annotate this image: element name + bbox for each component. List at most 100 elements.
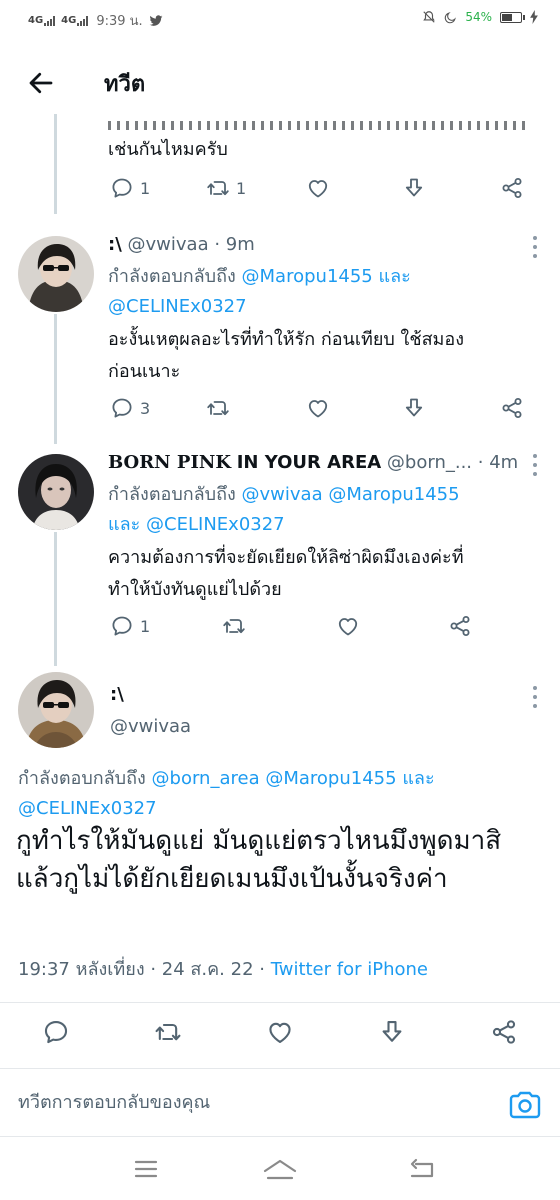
thread-line bbox=[54, 314, 57, 444]
share-icon bbox=[500, 396, 524, 420]
tweet-text: อะงั้นเหตุผลอะไรที่ทำให้รัก ก่อนเทียบ ใช… bbox=[108, 329, 465, 382]
divider bbox=[0, 1002, 560, 1003]
avatar[interactable] bbox=[18, 672, 94, 748]
reply-icon bbox=[110, 176, 134, 200]
display-name[interactable]: :\ bbox=[108, 234, 122, 255]
thread-line bbox=[54, 532, 57, 666]
display-name-part2[interactable]: IN YOUR AREA bbox=[237, 452, 381, 473]
more-icon[interactable] bbox=[528, 454, 542, 476]
retweet-icon bbox=[206, 396, 230, 420]
reply-button[interactable]: 3 bbox=[110, 396, 150, 420]
main-display-name[interactable]: :\ bbox=[110, 684, 124, 705]
home-icon[interactable] bbox=[262, 1158, 298, 1182]
avatar[interactable] bbox=[18, 236, 94, 312]
retweet-count: 1 bbox=[236, 178, 247, 198]
moon-icon bbox=[445, 11, 457, 23]
retweet-button[interactable] bbox=[206, 396, 230, 420]
tweet-actions: 1 1 bbox=[110, 176, 530, 206]
mention-link[interactable]: @vwivaa bbox=[242, 484, 323, 505]
retweet-button[interactable]: 1 bbox=[206, 176, 246, 200]
status-time: 9:39 น. bbox=[96, 14, 143, 29]
main-tweet-actions bbox=[42, 1018, 522, 1048]
like-button[interactable] bbox=[336, 614, 360, 638]
mention-link[interactable]: @Maropu1455 bbox=[328, 484, 459, 505]
share-icon bbox=[490, 1018, 518, 1046]
mute-icon bbox=[423, 11, 436, 23]
like-icon bbox=[336, 614, 360, 638]
share-icon bbox=[448, 614, 472, 638]
reply-icon bbox=[110, 614, 134, 638]
scrolled-text-fragment bbox=[0, 110, 560, 130]
mention-link[interactable]: @CELINEx0327 bbox=[146, 514, 285, 535]
download-icon bbox=[402, 176, 426, 200]
avatar[interactable] bbox=[18, 454, 94, 530]
download-button[interactable] bbox=[378, 1018, 406, 1046]
header: ทวีต bbox=[0, 52, 560, 114]
signal-indicator-1: 4G bbox=[28, 15, 56, 26]
display-name-part1[interactable]: BORN PINK bbox=[108, 452, 231, 473]
download-icon bbox=[402, 396, 426, 420]
menu-icon[interactable] bbox=[134, 1158, 158, 1180]
thread-line bbox=[54, 114, 57, 214]
like-button[interactable] bbox=[266, 1018, 294, 1046]
mention-link[interactable]: @CELINEx0327 bbox=[18, 798, 157, 819]
back-arrow-icon[interactable] bbox=[26, 68, 56, 98]
download-icon bbox=[378, 1018, 406, 1046]
like-icon bbox=[306, 396, 330, 420]
retweet-icon bbox=[154, 1018, 182, 1046]
more-icon[interactable] bbox=[528, 236, 542, 258]
reply-button[interactable]: 1 bbox=[110, 614, 150, 638]
mention-link[interactable]: @Maropu1455 bbox=[242, 266, 373, 287]
like-button[interactable] bbox=[306, 396, 330, 420]
divider bbox=[0, 1136, 560, 1137]
reply-button[interactable] bbox=[42, 1018, 70, 1046]
reply-composer bbox=[0, 1076, 560, 1136]
handle-time: @vwivaa · 9m bbox=[127, 234, 255, 255]
tweet-actions: 1 bbox=[110, 614, 530, 644]
reply-context: กำลังตอบกลับถึง @Maropu1455 และ @CELINEx… bbox=[108, 266, 411, 317]
retweet-icon bbox=[222, 614, 246, 638]
system-nav-bar bbox=[0, 1140, 560, 1200]
source-link[interactable]: Twitter for iPhone bbox=[271, 959, 428, 980]
share-button[interactable] bbox=[500, 176, 524, 200]
mention-link[interactable]: @Maropu1455 bbox=[265, 768, 396, 789]
reply-count: 1 bbox=[140, 178, 151, 198]
reply-button[interactable]: 1 bbox=[110, 176, 150, 200]
tweet-text: เช่นกันไหมครับ bbox=[108, 139, 228, 160]
status-bar: 4G 4G 9:39 น. 54% bbox=[0, 0, 560, 40]
retweet-button[interactable] bbox=[222, 614, 246, 638]
charging-icon bbox=[530, 10, 538, 24]
main-tweet-text: กูทำไรให้มันดูแย่ มันดูแย่ตรวไหนมึงพูดมา… bbox=[16, 826, 502, 894]
camera-icon[interactable] bbox=[508, 1090, 542, 1120]
share-button[interactable] bbox=[490, 1018, 518, 1046]
share-button[interactable] bbox=[500, 396, 524, 420]
download-button[interactable] bbox=[402, 396, 426, 420]
reply-count: 3 bbox=[140, 398, 151, 418]
reply-icon bbox=[42, 1018, 70, 1046]
signal-indicator-2: 4G bbox=[61, 15, 89, 26]
retweet-button[interactable] bbox=[154, 1018, 182, 1046]
tweet-timestamp: 19:37 หลังเที่ยง · 24 ส.ค. 22 · Twitter … bbox=[18, 959, 428, 980]
tweet-actions: 3 bbox=[110, 396, 530, 426]
share-icon bbox=[500, 176, 524, 200]
reply-icon bbox=[110, 396, 134, 420]
more-icon[interactable] bbox=[528, 686, 542, 708]
mention-link[interactable]: @CELINEx0327 bbox=[108, 296, 247, 317]
reply-context: กำลังตอบกลับถึง @born_area @Maropu1455 แ… bbox=[18, 768, 435, 819]
back-nav-icon[interactable] bbox=[408, 1158, 436, 1182]
tweet-text: ความต้องการที่จะยัดเยียดให้ลิซ่าผิดมึงเอ… bbox=[108, 547, 464, 600]
share-button[interactable] bbox=[448, 614, 472, 638]
battery-icon bbox=[500, 11, 525, 23]
like-icon bbox=[266, 1018, 294, 1046]
like-button[interactable] bbox=[306, 176, 330, 200]
twitter-notification-icon bbox=[149, 14, 163, 26]
divider bbox=[0, 1068, 560, 1069]
main-handle[interactable]: @vwivaa bbox=[110, 716, 191, 737]
reply-context: กำลังตอบกลับถึง @vwivaa @Maropu1455 และ … bbox=[108, 484, 460, 535]
retweet-icon bbox=[206, 176, 230, 200]
download-button[interactable] bbox=[402, 176, 426, 200]
mention-link[interactable]: @born_area bbox=[152, 768, 260, 789]
tweet-header: :\ @vwivaa · 9m bbox=[108, 234, 255, 255]
tweet-header: BORN PINK IN YOUR AREA @born_... · 4m bbox=[108, 452, 518, 473]
reply-input[interactable] bbox=[18, 1092, 458, 1113]
